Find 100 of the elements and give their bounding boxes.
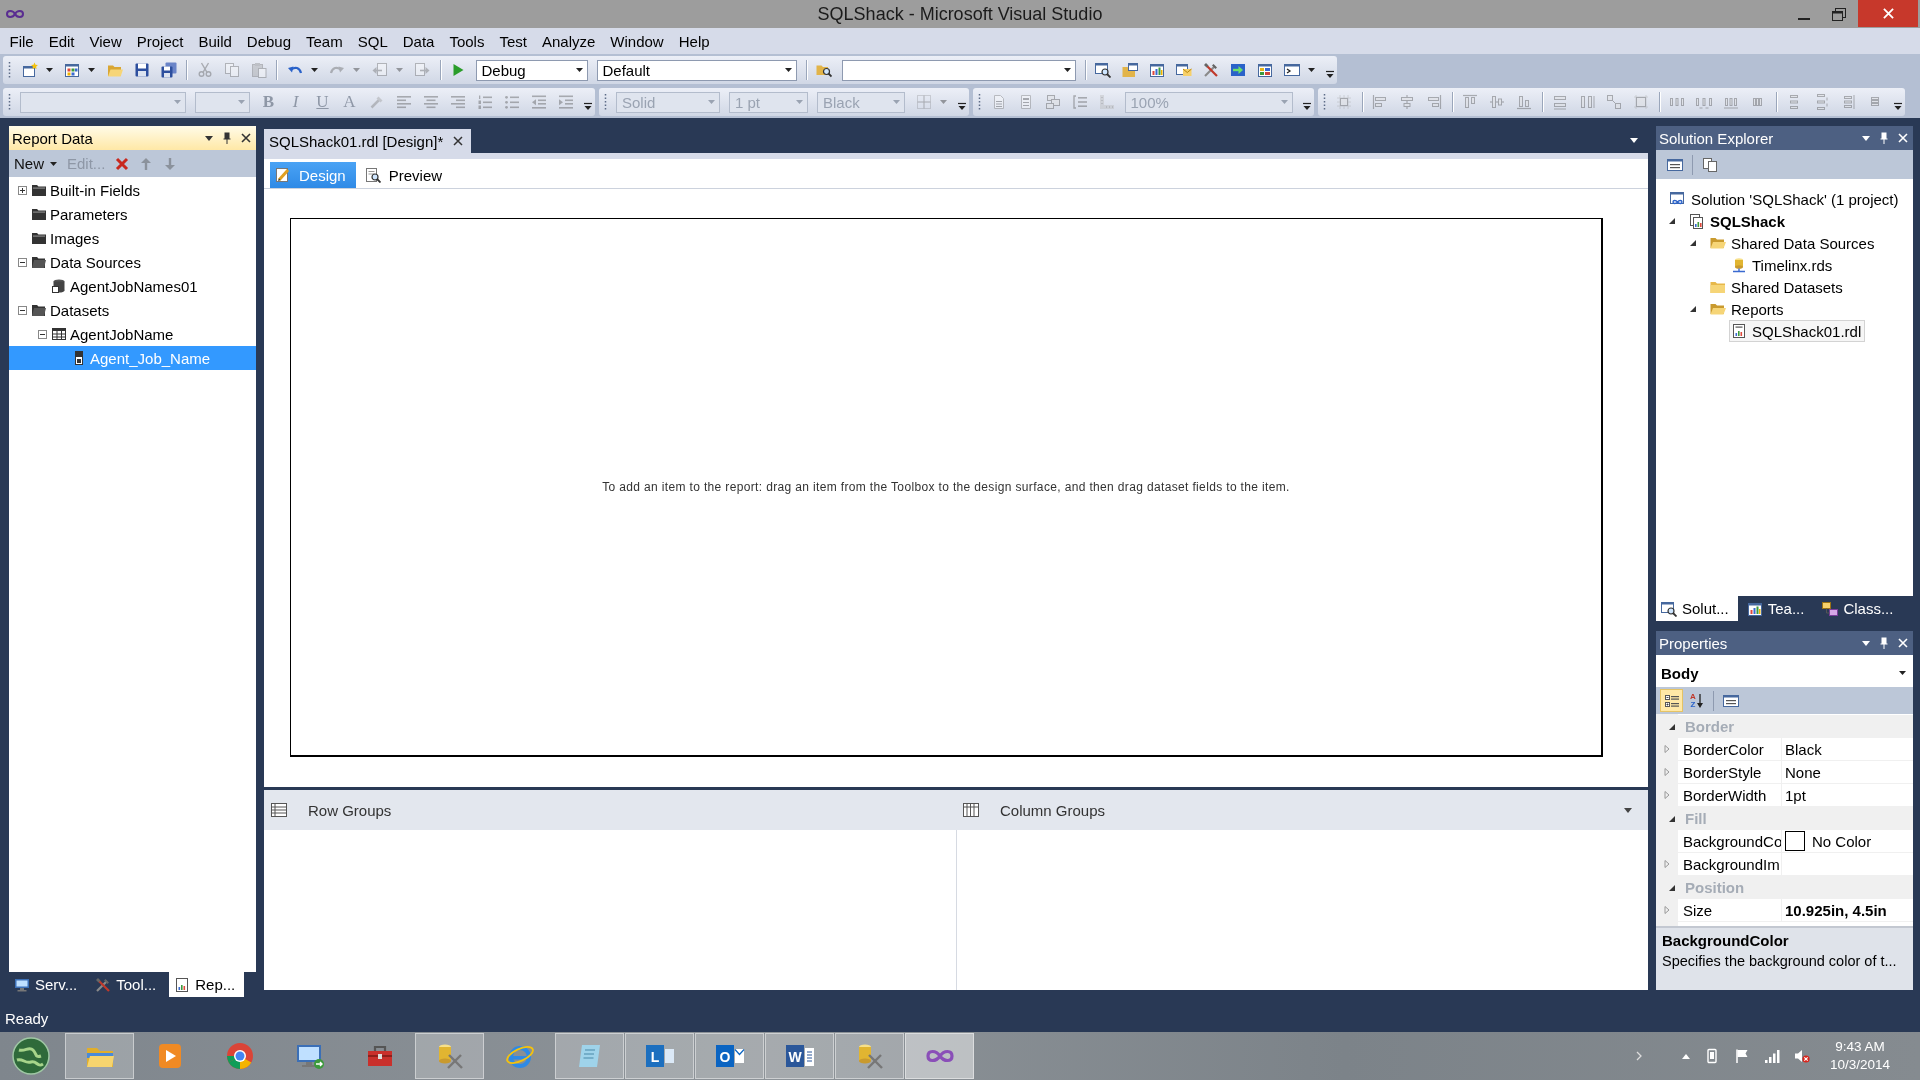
pages-icon[interactable] [1702,156,1718,173]
panel-tab[interactable]: Rep... [169,972,245,997]
tree-item[interactable]: Shared Datasets [1708,276,1847,298]
menu-item[interactable]: Tools [441,32,492,50]
grip-icon[interactable] [8,60,11,80]
signal-bars-icon[interactable] [1763,1048,1780,1064]
chevron-icon[interactable] [1635,1051,1642,1061]
document-tab[interactable]: SQLShack01.rdl [Design]* [264,129,472,153]
filled-triangle-icon[interactable] [1668,217,1676,225]
pin-icon[interactable] [223,132,231,144]
caret-icon[interactable] [1308,68,1315,72]
property-value[interactable]: 10.925in, 4.5in [1785,901,1887,919]
caret-icon[interactable] [1862,135,1870,141]
infinity-icon[interactable] [5,9,25,19]
taskbar-button[interactable] [905,1033,974,1079]
filled-triangle-icon[interactable] [1668,722,1676,731]
report-body[interactable]: To add an item to the report: drag an item from the Toolbox to the design surface, and then drag dataset fields to the item. [290,218,1603,757]
hollow-triangle-icon[interactable] [1663,860,1671,868]
taskbar-button[interactable]: O [695,1033,764,1079]
close-button[interactable] [1858,0,1918,27]
minus-box-icon[interactable] [18,305,27,315]
menu-item[interactable]: Analyze [534,32,603,50]
tree-item[interactable]: Shared Data Sources [1708,232,1879,254]
new-button[interactable]: New [14,155,57,172]
view-tab[interactable]: Preview [359,162,453,188]
menu-item[interactable]: Project [129,32,191,50]
window-chart-icon[interactable] [1149,62,1165,78]
caret-icon[interactable] [310,68,318,72]
panel-tab[interactable]: Serv... [9,972,87,997]
window-tiles-icon[interactable] [1257,62,1273,78]
hollow-triangle-icon[interactable] [1663,745,1671,753]
grip-icon[interactable] [977,92,981,112]
tree-item[interactable]: Data Sources [9,250,256,274]
property-name[interactable]: BackgroundCo [1683,832,1781,850]
panel-tab[interactable]: Class... [1817,596,1903,621]
caret-icon[interactable] [1862,640,1870,646]
grip-icon[interactable] [1322,92,1326,112]
minus-box-icon[interactable] [38,329,47,339]
menu-item[interactable]: Team [298,32,351,50]
caret-icon[interactable] [1624,807,1632,813]
caret-icon[interactable] [45,68,53,72]
property-name[interactable]: BorderWidth [1683,786,1767,804]
crossed-tools-icon[interactable] [1203,62,1219,78]
console-window-icon[interactable] [1284,62,1300,78]
caret-up-icon[interactable] [1681,1053,1690,1059]
property-name[interactable]: BackgroundIm [1683,855,1780,873]
folder-window-icon[interactable] [1122,62,1138,78]
search-icon[interactable] [1095,62,1111,78]
tree-item[interactable]: Timelinx.rds [1729,254,1837,276]
hollow-triangle-icon[interactable] [1663,768,1671,776]
grip-icon[interactable] [604,92,607,112]
menu-item[interactable]: Help [671,32,718,50]
menu-item[interactable]: Test [491,32,535,50]
globe-icon[interactable] [11,1036,51,1076]
hollow-triangle-icon[interactable] [1663,906,1671,914]
pin-icon[interactable] [1880,132,1888,144]
menu-item[interactable]: Debug [239,32,299,50]
filled-triangle-icon[interactable] [1689,305,1697,313]
flag-icon[interactable] [1733,1048,1750,1064]
stacked-disks-icon[interactable] [160,62,177,78]
menu-item[interactable]: Build [190,32,240,50]
toolbar-dropdown[interactable]: Debug [475,59,588,81]
hollow-triangle-icon[interactable] [1663,791,1671,799]
toolbar-dropdown[interactable]: Default [596,59,797,81]
property-name[interactable]: BorderStyle [1683,763,1762,781]
tree-item[interactable]: AgentJobName [9,322,256,346]
taskbar-button[interactable] [415,1033,484,1079]
close-icon[interactable] [453,136,464,146]
minus-box-icon[interactable] [18,257,27,267]
window-star-icon[interactable] [21,62,38,78]
window-envelope-icon[interactable] [1176,62,1192,78]
caret-icon[interactable] [88,68,95,72]
taskbar-button[interactable] [835,1033,904,1079]
filled-triangle-icon[interactable] [1668,814,1676,823]
plus-box-icon[interactable] [18,185,27,195]
taskbar-button[interactable]: L [625,1033,694,1079]
tree-item[interactable]: Reports [1708,298,1788,320]
tree-item[interactable]: AgentJobNames01 [9,274,256,298]
tree-item[interactable]: Images [9,226,256,250]
taskbar-button[interactable]: W [765,1033,834,1079]
property-value[interactable]: 1pt [1785,786,1806,804]
property-value[interactable]: None [1785,763,1821,781]
toolbar-dropdown[interactable] [841,59,1076,81]
menu-item[interactable]: File [2,32,42,50]
menu-item[interactable]: Edit [41,32,83,50]
panel-tab[interactable]: Solut... [1656,596,1738,621]
property-value[interactable]: Black [1785,740,1822,758]
property-name[interactable]: BorderColor [1683,740,1764,758]
filled-triangle-icon[interactable] [1668,883,1676,892]
caret-icon[interactable] [1630,138,1638,143]
close-icon[interactable] [241,133,251,143]
object-dropdown[interactable]: Body [1658,661,1911,685]
filled-triangle-icon[interactable] [1689,239,1697,247]
property-value[interactable]: No Color [1812,832,1872,850]
property-name[interactable]: Size [1683,901,1713,919]
grip-icon[interactable] [8,92,11,112]
window-grid-icon[interactable] [64,62,80,78]
tree-item[interactable]: SQLShack [1687,210,1790,232]
tree-item[interactable]: Datasets [9,298,256,322]
tree-item[interactable]: Built-in Fields [9,178,256,202]
